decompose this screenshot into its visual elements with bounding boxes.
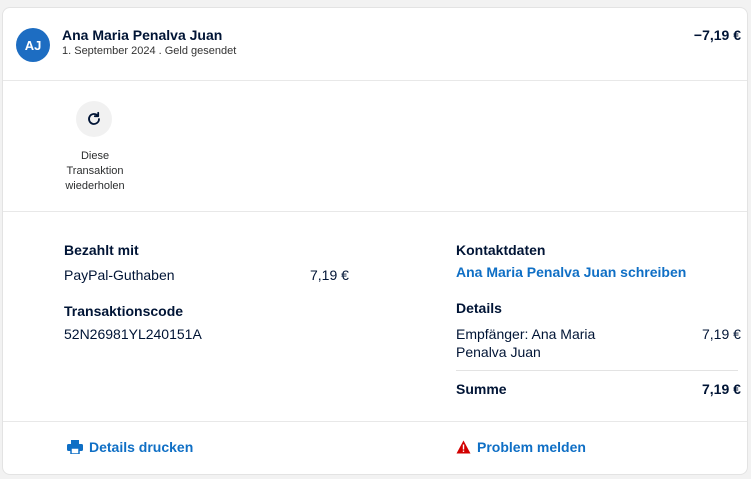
contact-link[interactable]: Ana Maria Penalva Juan schreiben <box>456 264 686 280</box>
recipient-line-2: Penalva Juan <box>456 344 541 360</box>
details-heading: Details <box>456 300 502 316</box>
sum-label: Summe <box>456 381 507 397</box>
transaction-code-heading: Transaktionscode <box>64 303 184 319</box>
warning-icon <box>456 440 471 454</box>
transaction-amount: −7,19 € <box>693 27 741 43</box>
recipient-name: Ana Maria Penalva Juan <box>62 27 223 43</box>
avatar: AJ <box>16 28 50 62</box>
report-problem-button[interactable]: Problem melden <box>456 439 586 455</box>
transaction-card: AJ Ana Maria Penalva Juan 1. September 2… <box>2 7 748 475</box>
refresh-icon <box>88 111 100 125</box>
payment-method: PayPal-Guthaben <box>64 267 175 283</box>
repeat-transaction-button[interactable] <box>76 101 112 137</box>
print-details-button[interactable]: Details drucken <box>67 439 193 455</box>
repeat-transaction-label[interactable]: Diese Transaktion wiederholen <box>55 149 135 194</box>
divider <box>3 211 747 212</box>
divider <box>3 421 747 422</box>
payment-amount: 7,19 € <box>310 267 349 283</box>
print-details-label: Details drucken <box>89 439 194 455</box>
report-problem-label: Problem melden <box>477 439 586 455</box>
sum-amount: 7,19 € <box>702 381 741 397</box>
recipient-line-1: Empfänger: Ana Maria <box>456 326 596 342</box>
divider <box>3 80 747 81</box>
paid-with-heading: Bezahlt mit <box>64 242 139 258</box>
transaction-date-status: 1. September 2024 . Geld gesendet <box>62 45 237 57</box>
printer-icon <box>67 440 83 454</box>
recipient-amount: 7,19 € <box>702 326 741 342</box>
divider <box>456 370 738 371</box>
contact-heading: Kontaktdaten <box>456 242 546 258</box>
transaction-code: 52N26981YL240151A <box>64 326 202 342</box>
